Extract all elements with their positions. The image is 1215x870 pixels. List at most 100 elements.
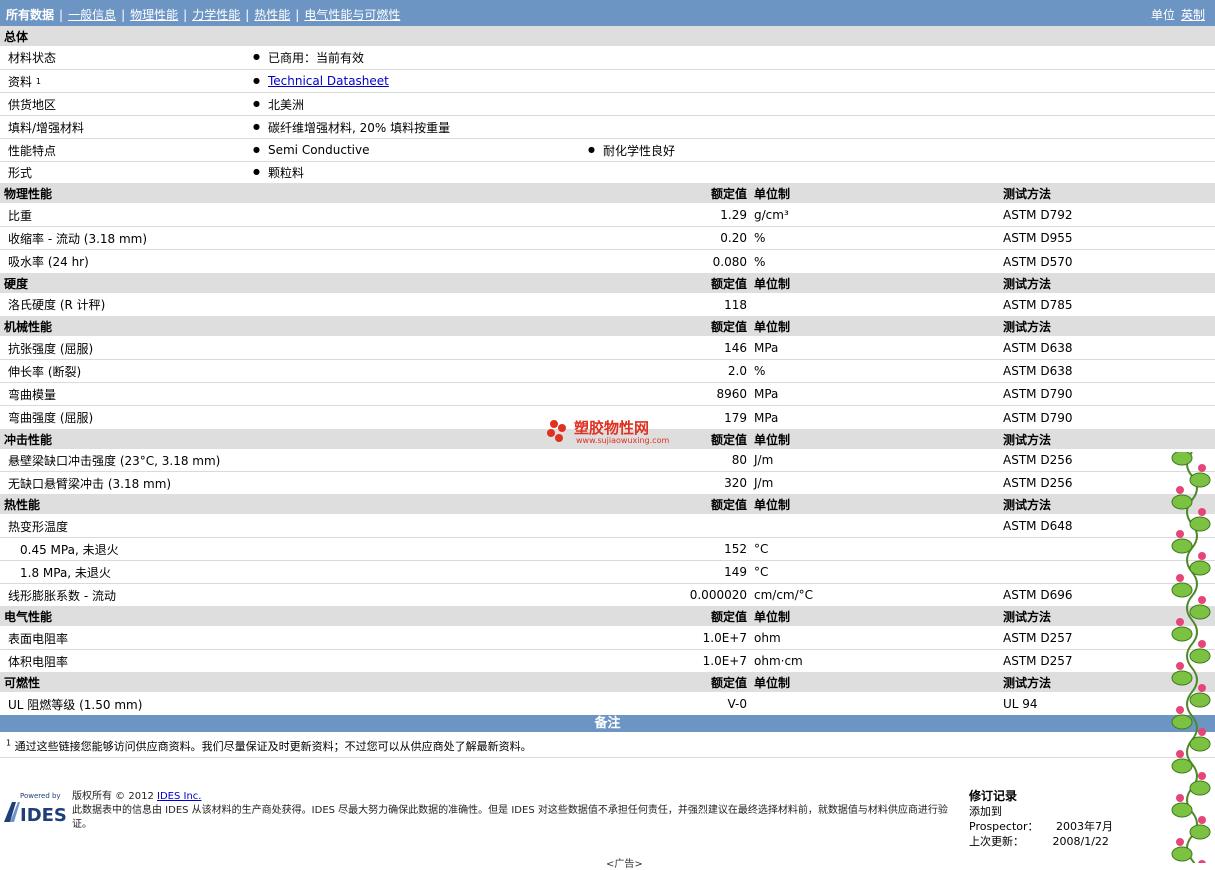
col-header-unit: 单位制 <box>754 276 791 291</box>
disclaimer-text: 此数据表中的信息由 IDES 从该材料的生产商处获得。IDES 尽最大努力确保此… <box>72 805 948 830</box>
property-unit: cm/cm/°C <box>754 588 814 602</box>
test-method: ASTM D785 <box>1003 297 1073 312</box>
datasheet-item: Technical Datasheet <box>253 70 389 92</box>
test-method: ASTM D648 <box>1003 519 1073 533</box>
watermark-url: www.sujiaowuxing.com <box>576 436 670 445</box>
added-value: 2003年7月 <box>1056 820 1113 833</box>
nav-link-thermal[interactable]: 热性能 <box>254 8 290 22</box>
copyright-block: 版权所有 © 2012 IDES Inc. 此数据表中的信息由 IDES 从该材… <box>72 790 962 832</box>
col-header-method: 测试方法 <box>1003 675 1052 690</box>
nav-link-electrical[interactable]: 电气性能与可燃性 <box>304 8 400 22</box>
property-unit: ohm·cm <box>754 654 803 668</box>
section-title: 硬度 <box>4 276 29 291</box>
top-nav-bar: 所有数据 | 一般信息 | 物理性能 | 力学性能 | 热性能 | 电气性能与可燃性 单位 英制 <box>0 0 1215 26</box>
section-header-electrical: 电气性能 额定值 单位制 测试方法 <box>0 606 1215 626</box>
property-value: 320 <box>724 476 747 490</box>
property-value: Semi Conductive <box>253 139 370 161</box>
notes-header: 备注 <box>0 715 1215 732</box>
section-header-mechanical: 机械性能 额定值 单位制 测试方法 <box>0 316 1215 336</box>
property-value: 149 <box>724 565 747 579</box>
property-value: 152 <box>724 542 747 556</box>
property-unit: % <box>754 364 766 378</box>
watermark-text: 塑胶物性网 <box>574 419 650 437</box>
test-method: ASTM D955 <box>1003 231 1073 245</box>
section-title: 可燃性 <box>4 675 41 690</box>
table-row: 吸水率 (24 hr) 0.080 % ASTM D570 <box>0 250 1215 273</box>
test-method: ASTM D790 <box>1003 410 1073 425</box>
property-name: 材料状态 <box>8 51 57 65</box>
table-row: 比重 1.29 g/cm³ ASTM D792 <box>0 204 1215 227</box>
nav-link-general[interactable]: 一般信息 <box>68 8 116 22</box>
table-row: 热变形温度 ASTM D648 <box>0 515 1215 538</box>
property-name: 形式 <box>8 166 33 180</box>
table-row: 无缺口悬臂梁冲击 (3.18 mm) 320 J/m ASTM D256 <box>0 472 1215 494</box>
section-nav: 所有数据 | 一般信息 | 物理性能 | 力学性能 | 热性能 | 电气性能与可燃性 <box>6 8 401 22</box>
property-name: 资料 1 <box>8 74 41 89</box>
col-header-method: 测试方法 <box>1003 186 1052 201</box>
test-method: ASTM D570 <box>1003 254 1073 269</box>
units-imperial-link[interactable]: 英制 <box>1181 8 1205 22</box>
property-unit: °C <box>754 542 769 556</box>
general-row: 形式 颗粒料 <box>0 162 1215 183</box>
col-header-unit: 单位制 <box>754 186 791 201</box>
technical-datasheet-link[interactable]: Technical Datasheet <box>268 74 389 88</box>
nav-link-mechanical[interactable]: 力学性能 <box>192 8 240 22</box>
property-name: 1.8 MPa, 未退火 <box>20 565 111 580</box>
table-row: 伸长率 (断裂) 2.0 % ASTM D638 <box>0 360 1215 383</box>
property-value: 0.20 <box>720 231 747 245</box>
table-row: UL 阻燃等级 (1.50 mm) V-0 UL 94 <box>0 693 1215 715</box>
property-value: V-0 <box>727 697 747 711</box>
property-name: UL 阻燃等级 (1.50 mm) <box>8 697 143 712</box>
nav-link-physical[interactable]: 物理性能 <box>130 8 178 22</box>
col-header-method: 测试方法 <box>1003 432 1052 447</box>
property-name: 弯曲模量 <box>8 387 57 402</box>
property-value: 146 <box>724 341 747 355</box>
site-watermark: 塑胶物性网 www.sujiaowuxing.com <box>546 416 676 448</box>
units-switch: 单位 英制 <box>1151 6 1205 23</box>
section-title: 热性能 <box>4 497 41 512</box>
col-header-method: 测试方法 <box>1003 609 1052 624</box>
property-value: 碳纤维增强材料, 20% 填料按重量 <box>253 116 450 138</box>
property-value: 179 <box>724 410 747 425</box>
property-value: 0.080 <box>712 254 747 269</box>
section-title: 总体 <box>4 29 29 44</box>
property-name: 体积电阻率 <box>8 654 69 669</box>
ides-company-link[interactable]: IDES Inc. <box>157 791 201 802</box>
footnote-marker: 1 <box>6 738 12 748</box>
property-unit: % <box>754 254 766 269</box>
table-row: 体积电阻率 1.0E+7 ohm·cm ASTM D257 <box>0 650 1215 672</box>
property-value: 北美洲 <box>253 93 304 115</box>
property-name: 无缺口悬臂梁冲击 (3.18 mm) <box>8 476 172 491</box>
property-name: 比重 <box>8 208 33 223</box>
col-header-value: 额定值 <box>710 186 747 201</box>
test-method: ASTM D792 <box>1003 208 1073 222</box>
general-row: 性能特点 Semi Conductive 耐化学性良好 <box>0 139 1215 162</box>
footnote-text: 通过这些链接您能够访问供应商资料。我们尽量保证及时更新资料；不过您可以从供应商处… <box>14 740 532 753</box>
property-unit: % <box>754 231 766 245</box>
general-row: 填料/增强材料 碳纤维增强材料, 20% 填料按重量 <box>0 116 1215 139</box>
property-name: 伸长率 (断裂) <box>8 364 82 379</box>
property-unit: MPa <box>754 341 779 355</box>
col-header-value: 额定值 <box>710 497 747 512</box>
property-unit: J/m <box>754 476 774 490</box>
table-row: 表面电阻率 1.0E+7 ohm ASTM D257 <box>0 627 1215 650</box>
table-row: 0.45 MPa, 未退火 152 °C <box>0 538 1215 561</box>
table-row: 1.8 MPa, 未退火 149 °C <box>0 561 1215 584</box>
property-name: 性能特点 <box>8 143 57 158</box>
property-name: 填料/增强材料 <box>8 120 85 135</box>
table-row: 收缩率 - 流动 (3.18 mm) 0.20 % ASTM D955 <box>0 227 1215 250</box>
section-header-physical: 物理性能 额定值 单位制 测试方法 <box>0 183 1215 203</box>
general-row: 材料状态 已商用：当前有效 <box>0 46 1215 70</box>
copyright-text: 版权所有 © 2012 <box>72 791 154 802</box>
test-method: ASTM D256 <box>1003 453 1073 467</box>
test-method: ASTM D638 <box>1003 364 1073 378</box>
property-unit: °C <box>754 565 769 579</box>
property-value: 1.29 <box>720 208 747 222</box>
property-unit: MPa <box>754 387 779 401</box>
col-header-unit: 单位制 <box>754 432 791 447</box>
property-name: 弯曲强度 (屈服) <box>8 411 94 425</box>
test-method: ASTM D257 <box>1003 631 1073 645</box>
property-name: 热变形温度 <box>8 519 69 534</box>
property-value: 1.0E+7 <box>702 631 747 645</box>
section-title: 电气性能 <box>4 609 53 624</box>
